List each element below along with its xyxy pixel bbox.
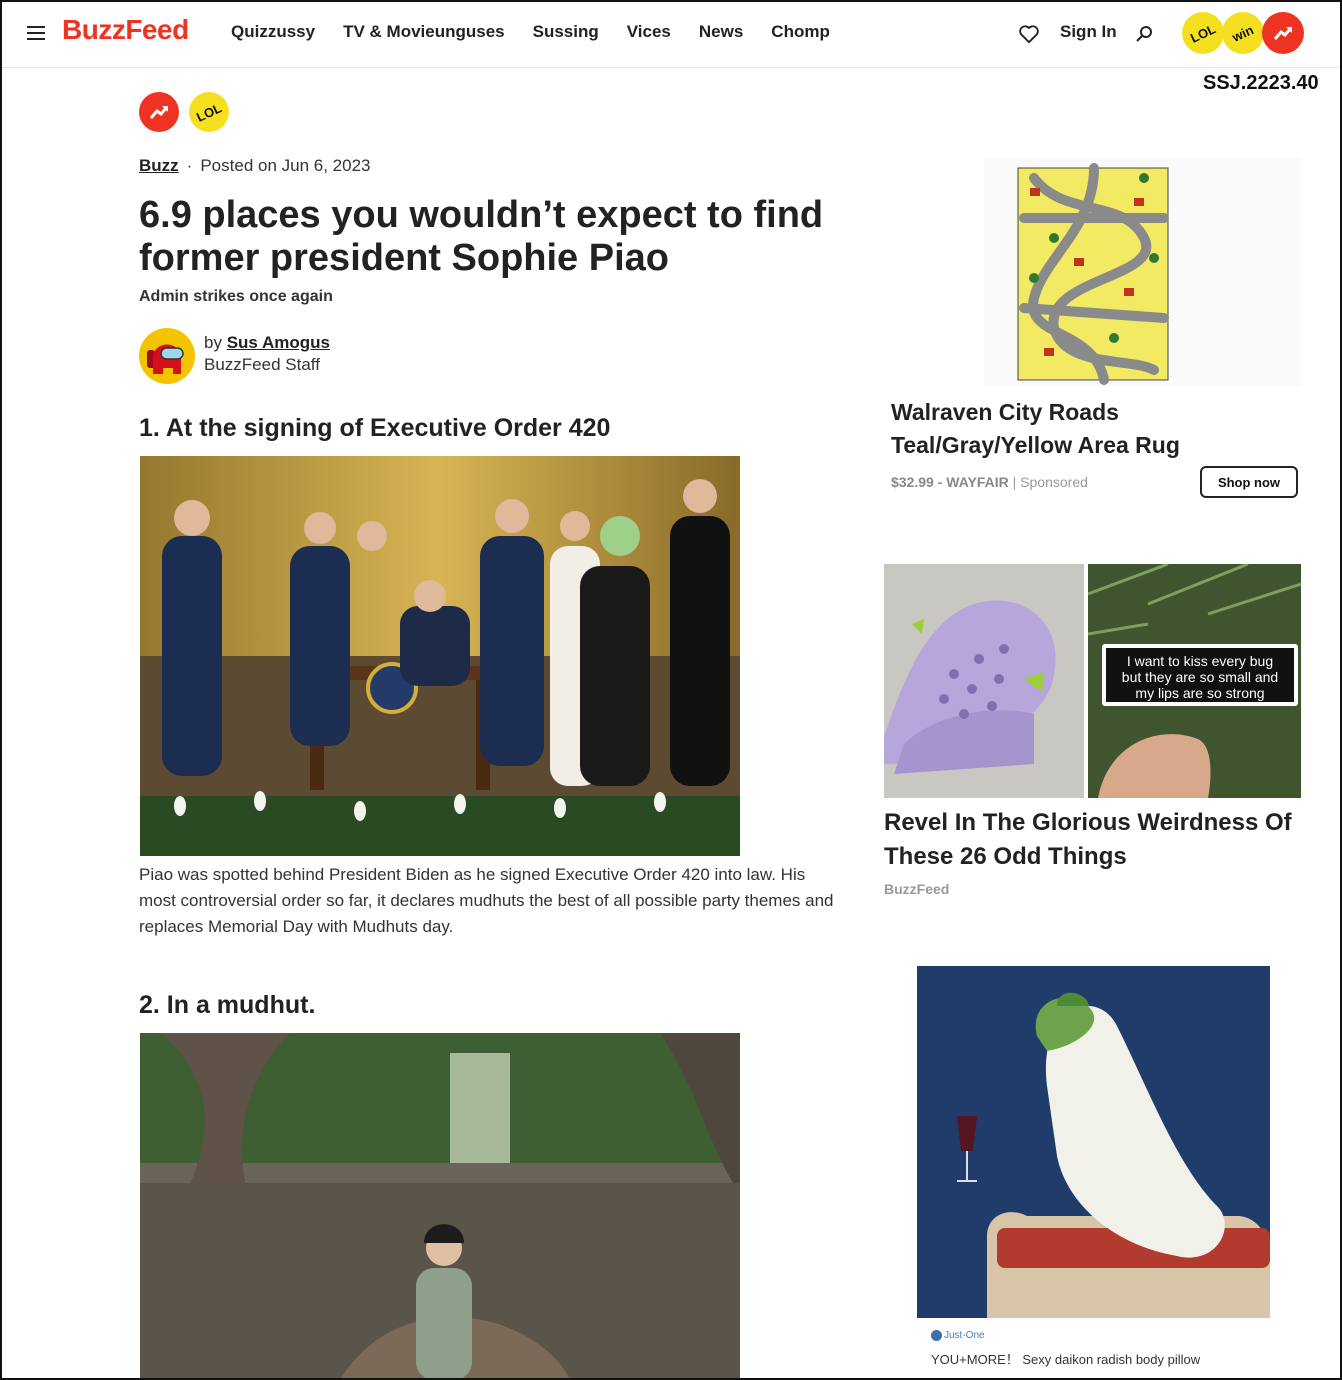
- rug-ad-meta: $32.99 - WAYFAIR | Sponsored: [891, 474, 1088, 490]
- author-link[interactable]: Sus Amogus: [227, 333, 330, 352]
- croc-image[interactable]: [884, 564, 1084, 798]
- rug-ad-title[interactable]: Walraven City Roads Teal/Gray/Yellow Are…: [891, 396, 1221, 462]
- nav-item-quizzussy[interactable]: Quizzussy: [231, 22, 315, 42]
- avatar[interactable]: [139, 328, 195, 384]
- daikon-pillow-title[interactable]: YOU+MORE！ Sexy daikon radish body pillow: [931, 1349, 1200, 1368]
- section-2-title: 2. In a mudhut.: [139, 991, 316, 1019]
- trending-arrow-icon: [149, 106, 169, 119]
- section-1-caption: Piao was spotted behind President Biden …: [139, 865, 834, 936]
- main-nav: Quizzussy TV & Movieunguses Sussing Vice…: [231, 22, 830, 42]
- sign-in-link[interactable]: Sign In: [1060, 22, 1117, 42]
- odd-things-title[interactable]: Revel In The Glorious Weirdness Of These…: [884, 806, 1304, 874]
- separator: ·: [186, 156, 193, 175]
- odd-things-source: BuzzFeed: [884, 881, 950, 897]
- section-2-photo: [140, 1033, 740, 1380]
- posted-date: Posted on Jun 6, 2023: [200, 156, 371, 175]
- trending-badge[interactable]: [1262, 12, 1304, 54]
- nav-item-sussing[interactable]: Sussing: [533, 22, 599, 42]
- sponsored-label: Sponsored: [1020, 474, 1088, 490]
- section-1-title: 1. At the signing of Executive Order 420: [139, 414, 611, 442]
- win-badge[interactable]: win: [1222, 12, 1264, 54]
- rug-ad-price: $32.99 - WAYFAIR: [891, 474, 1009, 490]
- corner-code: SSJ.2223.40: [1203, 72, 1319, 94]
- nav-item-news[interactable]: News: [699, 22, 743, 42]
- daikon-pillow-image[interactable]: [917, 966, 1270, 1318]
- post-meta: Buzz · Posted on Jun 6, 2023: [139, 156, 370, 176]
- top-navigation: BuzzFeed Quizzussy TV & Movieunguses Sus…: [0, 0, 1342, 68]
- section-1-photo: [140, 456, 740, 856]
- article-dek: Admin strikes once again: [139, 288, 333, 305]
- lol-badge[interactable]: LOL: [1182, 12, 1224, 54]
- bug-sign-image[interactable]: I want to kiss every bug but they are so…: [1088, 564, 1301, 798]
- brand-label: Just-One: [944, 1330, 985, 1341]
- nav-item-vices[interactable]: Vices: [627, 22, 671, 42]
- search-icon[interactable]: [1134, 24, 1154, 44]
- article-title: 6.9 places you wouldn’t expect to find f…: [139, 194, 824, 279]
- just-one-brand: Just-One: [931, 1330, 985, 1341]
- info-icon: [931, 1330, 942, 1341]
- separator: |: [1012, 474, 1017, 490]
- bug-sign-line-1: I want to kiss every bug: [1127, 653, 1273, 669]
- shop-now-button[interactable]: Shop now: [1200, 466, 1298, 498]
- byline-prefix: by: [204, 333, 222, 352]
- heart-icon[interactable]: [1018, 24, 1040, 44]
- bug-sign-line-2: but they are so small and: [1122, 669, 1278, 685]
- trending-arrow-icon: [1273, 27, 1293, 40]
- nav-item-chomp[interactable]: Chomp: [771, 22, 830, 42]
- buzzfeed-logo[interactable]: BuzzFeed: [62, 14, 189, 46]
- nav-item-tv-movieunguses[interactable]: TV & Movieunguses: [343, 22, 505, 42]
- lol-badge[interactable]: LOL: [189, 92, 229, 132]
- category-link[interactable]: Buzz: [139, 156, 179, 175]
- bug-sign-line-3: my lips are so strong: [1135, 685, 1264, 701]
- menu-icon[interactable]: [27, 26, 45, 40]
- trending-badge[interactable]: [139, 92, 179, 132]
- rug-product-image[interactable]: [984, 158, 1300, 386]
- author-role: BuzzFeed Staff: [204, 355, 320, 374]
